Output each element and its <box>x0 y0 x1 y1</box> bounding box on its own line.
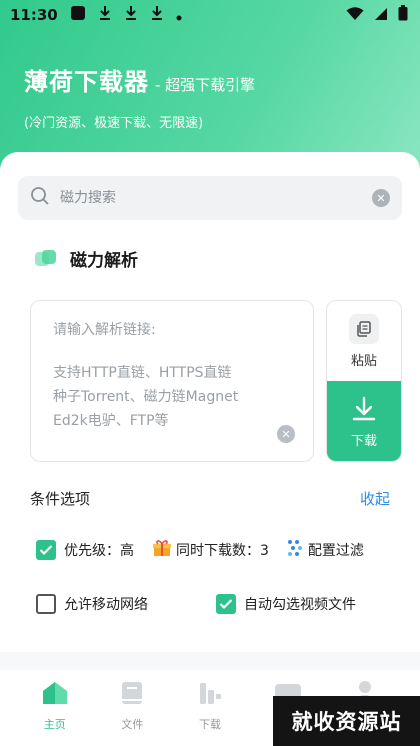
wifi-icon <box>346 6 364 25</box>
clear-input-icon[interactable]: ✕ <box>277 425 295 443</box>
clear-search-icon[interactable]: ✕ <box>372 189 390 207</box>
download-label: 下载 <box>350 433 377 449</box>
magnet-section-header: 磁力解析 <box>34 246 138 271</box>
battery-icon <box>398 5 408 25</box>
nav-label-downloads: 下载 <box>198 718 221 731</box>
filter-config-label: 配置过滤 <box>307 543 364 559</box>
download-notification-icon <box>124 5 138 25</box>
app-title: 薄荷下载器 <box>24 68 149 96</box>
collapse-options-link[interactable]: 收起 <box>360 488 390 509</box>
download-icon <box>351 396 377 426</box>
bar-chart-icon <box>197 680 223 710</box>
download-notification-icon <box>150 5 164 25</box>
signal-icon <box>374 6 388 25</box>
download-button[interactable]: 下载 <box>327 381 401 461</box>
search-bar[interactable]: ✕ <box>18 176 402 220</box>
nav-tab-home[interactable]: 主页 <box>25 680 85 746</box>
paste-label: 粘贴 <box>350 353 377 369</box>
more-notifications-dot-icon <box>176 6 182 25</box>
auto-select-video-label: 自动勾选视频文件 <box>244 597 356 613</box>
paste-button[interactable]: 粘贴 <box>327 301 401 381</box>
auto-select-video-checkbox[interactable] <box>216 594 236 614</box>
search-input[interactable] <box>60 190 372 206</box>
app-subtitle: - 超强下载引擎 <box>155 76 256 94</box>
app-title-row: 薄荷下载器 - 超强下载引擎 <box>24 62 255 97</box>
priority-label: 优先级：高 <box>64 543 134 559</box>
gift-box-icon <box>152 538 172 562</box>
mobile-network-label: 允许移动网络 <box>64 597 148 613</box>
filter-icon <box>285 538 303 562</box>
search-icon <box>30 186 50 210</box>
priority-option[interactable]: 优先级：高 <box>36 540 134 560</box>
priority-checkbox[interactable] <box>36 540 56 560</box>
options-row-2: 允许移动网络 自动勾选视频文件 <box>36 594 356 614</box>
status-time: 11:30 <box>10 6 58 24</box>
book-icon <box>119 680 145 710</box>
link-input-placeholder: 请输入解析链接: <box>53 322 156 338</box>
link-input-area[interactable]: 请输入解析链接: 支持HTTP直链、HTTPS直链 种子Torrent、磁力链M… <box>30 300 314 462</box>
download-notification-icon <box>98 5 112 25</box>
nav-label-home: 主页 <box>43 718 66 731</box>
nav-tab-downloads[interactable]: 下载 <box>180 680 240 746</box>
status-bar: 11:30 <box>0 0 420 30</box>
auto-select-video-option[interactable]: 自动勾选视频文件 <box>216 594 356 614</box>
options-header: 条件选项 收起 <box>30 488 390 509</box>
supported-formats-hint: 支持HTTP直链、HTTPS直链 种子Torrent、磁力链Magnet Ed2… <box>53 365 239 429</box>
nav-tab-files[interactable]: 文件 <box>102 680 162 746</box>
options-title: 条件选项 <box>30 490 91 508</box>
app-notification-icon <box>70 5 86 25</box>
concurrent-downloads-label: 同时下载数：3 <box>176 543 269 559</box>
app-tagline: (冷门资源、极速下载、无限速) <box>24 116 204 131</box>
mobile-network-checkbox[interactable] <box>36 594 56 614</box>
nav-label-files: 文件 <box>121 718 144 731</box>
options-row-1: 优先级：高 同时下载数：3 配置过滤 <box>36 538 364 562</box>
section-title: 磁力解析 <box>70 251 138 271</box>
watermark: 就收资源站 <box>273 696 420 746</box>
filter-config-option[interactable]: 配置过滤 <box>285 538 364 562</box>
magnet-icon <box>34 248 58 270</box>
main-card: ✕ 磁力解析 请输入解析链接: 支持HTTP直链、HTTPS直链 种子Torre… <box>0 152 420 652</box>
clipboard-icon <box>349 313 379 344</box>
home-icon <box>41 680 69 710</box>
action-column: 粘贴 下载 <box>326 300 402 462</box>
mobile-network-option[interactable]: 允许移动网络 <box>36 594 148 614</box>
concurrent-downloads-option[interactable]: 同时下载数：3 <box>152 538 269 562</box>
